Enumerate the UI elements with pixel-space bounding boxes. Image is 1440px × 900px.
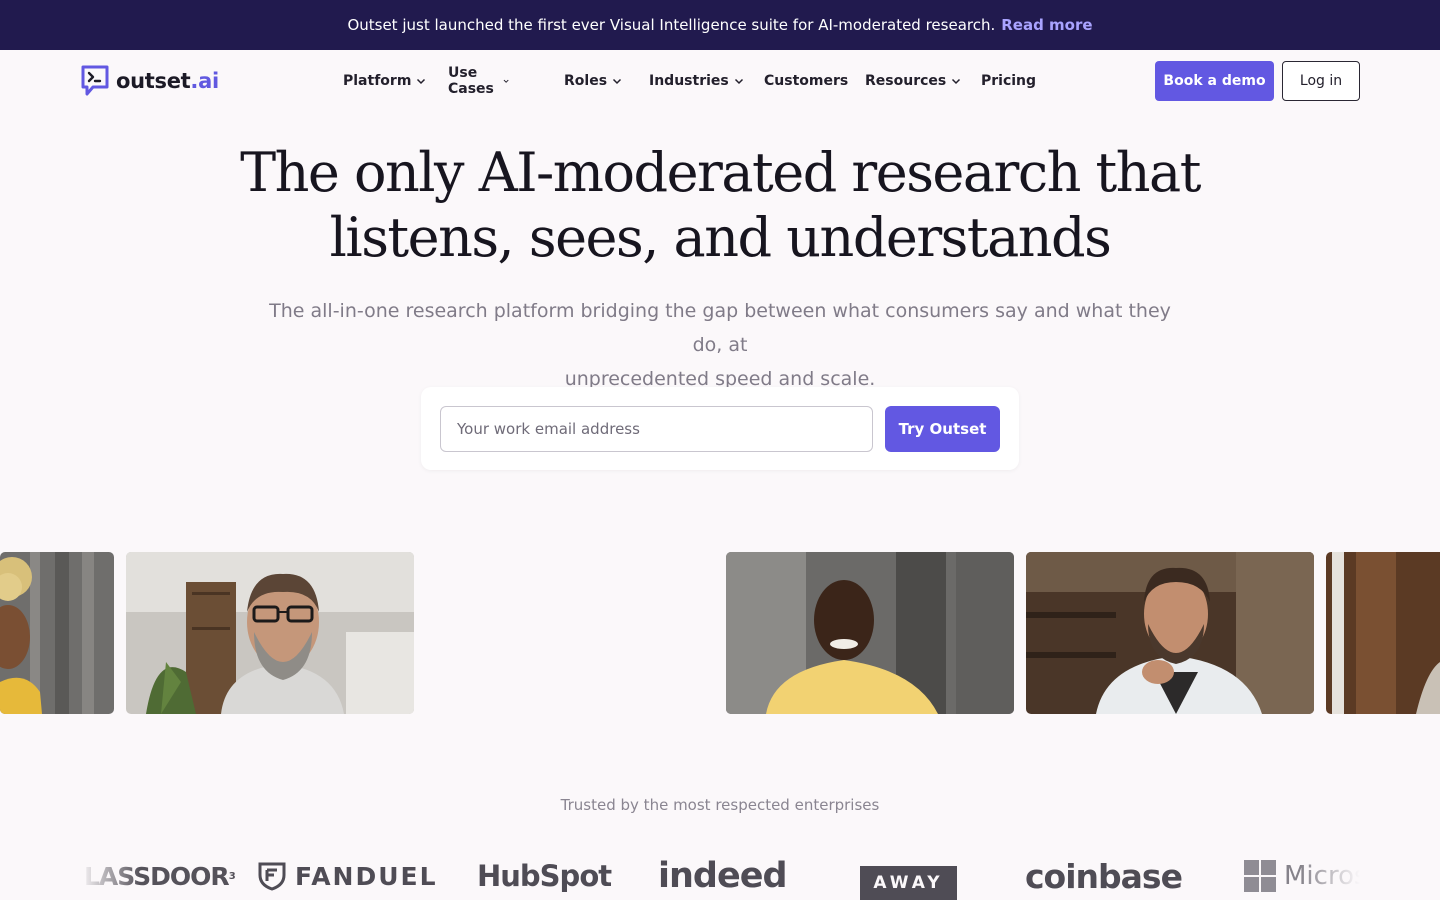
nav-customers-label: Customers [764,73,849,89]
logo-strip: LASSDOOR 3 FANDUEL HubSpot indeed AWAY co… [80,852,1360,900]
nav-use-cases-label: Use Cases [448,65,494,97]
indeed-logo: indeed [658,856,787,896]
logo[interactable]: outset.ai [80,64,219,98]
logo-strip-fade-right [1300,852,1360,900]
read-more-link[interactable]: Read more [1001,16,1092,34]
top-nav: outset.ai Platform Use Cases Roles Indus… [0,50,1440,112]
coinbase-logo: coinbase [1025,856,1183,896]
hero-title: The only AI-moderated research that list… [220,140,1220,270]
book-demo-button[interactable]: Book a demo [1155,61,1274,101]
video-tile-partial [1326,552,1440,714]
nav-roles[interactable]: Roles [564,70,622,92]
video-tile-man-yellow [726,552,1014,714]
trusted-heading: Trusted by the most respected enterprise… [560,796,880,814]
announcement-text: Outset just launched the first ever Visu… [347,16,996,34]
chevron-down-icon [503,79,509,83]
nav-industries[interactable]: Industries [649,70,744,92]
chevron-down-icon [734,78,743,85]
nav-resources[interactable]: Resources [865,70,961,92]
hero-subtitle-line-1: The all-in-one research platform bridgin… [269,300,1171,356]
chevron-down-icon [952,78,961,85]
hero-title-line-2: listens, sees, and understands [329,206,1112,269]
woman-yellow-top-icon [0,552,114,714]
man-yellow-shirt-icon [726,552,1014,714]
hubspot-logo: HubSpot [477,859,612,893]
video-tile-woman [0,552,114,714]
signup-card: Try Outset [421,387,1019,470]
video-tile-man-glasses [126,552,414,714]
chevron-down-icon [417,78,426,85]
logo-text: outset.ai [116,69,219,93]
email-input[interactable] [440,406,873,452]
hero-title-line-1: The only AI-moderated research that [240,141,1201,204]
microsoft-squares-icon [1244,860,1276,892]
away-logo: AWAY [860,866,957,900]
nav-platform[interactable]: Platform [343,70,426,92]
nav-pricing-label: Pricing [981,73,1037,89]
nav-resources-label: Resources [865,73,947,89]
try-outset-button[interactable]: Try Outset [885,406,1000,452]
nav-industries-label: Industries [649,73,729,89]
man-lab-coat-icon [1026,552,1314,714]
nav-platform-label: Platform [343,73,412,89]
fanduel-logo: FANDUEL [257,852,438,900]
chevron-down-icon [613,78,622,85]
announcement-bar: Outset just launched the first ever Visu… [0,0,1440,50]
man-glasses-icon [126,552,414,714]
video-tile-man-labcoat [1026,552,1314,714]
nav-use-cases[interactable]: Use Cases [448,65,509,97]
nav-roles-label: Roles [564,73,608,89]
hero-subtitle: The all-in-one research platform bridgin… [260,294,1180,396]
login-button[interactable]: Log in [1282,61,1360,101]
partial-tile-icon [1326,552,1440,714]
logo-strip-fade-left [80,852,140,900]
fanduel-shield-icon [258,862,286,891]
nav-customers[interactable]: Customers [764,70,848,92]
outset-logo-icon [81,65,109,96]
nav-pricing[interactable]: Pricing [981,70,1036,92]
